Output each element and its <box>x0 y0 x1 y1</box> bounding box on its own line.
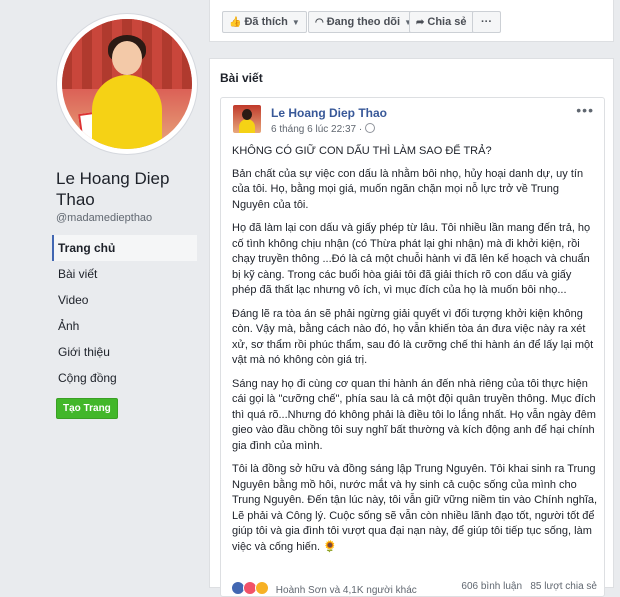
sad-reaction-icon[interactable] <box>255 581 269 595</box>
more-options-button[interactable]: ··· <box>472 11 501 33</box>
following-button[interactable]: ◠Đang theo dõi▼ <box>308 11 419 33</box>
comments-count[interactable]: 606 bình luận <box>461 581 522 592</box>
post-footer: Hoành Sơn và 4,1K người khác 606 bình lu… <box>231 581 597 597</box>
shares-count[interactable]: 85 lượt chia sẻ <box>530 581 597 592</box>
like-icon: 👍 <box>229 17 242 28</box>
profile-picture[interactable] <box>57 14 197 154</box>
reactions-summary[interactable]: Hoành Sơn và 4,1K người khác <box>276 585 417 596</box>
profile-name[interactable]: Le Hoang Diep Thao <box>56 168 196 210</box>
post-paragraph: Đáng lẽ ra tòa án sẽ phải ngừng giải quy… <box>232 307 594 367</box>
nav-item-community[interactable]: Cộng đồng <box>52 365 197 391</box>
post-paragraph: Bản chất của sự việc con dấu là nhằm bôi… <box>232 167 584 211</box>
post-timestamp[interactable]: 6 tháng 6 lúc 22:37 · <box>271 123 376 135</box>
post-author-avatar[interactable] <box>233 105 261 133</box>
share-button[interactable]: ➦ Chia sẻ <box>409 11 474 33</box>
post-body: KHÔNG CÓ GIỮ CON DẤU THÌ LÀM SAO ĐỂ TRẢ?… <box>232 144 598 563</box>
post-author-name[interactable]: Le Hoang Diep Thao <box>271 106 387 120</box>
nav-item-posts[interactable]: Bài viết <box>52 261 197 287</box>
rss-icon: ◠ <box>315 17 324 28</box>
nav-item-photos[interactable]: Ảnh <box>52 313 197 339</box>
page-action-bar: 👍Đã thích▼ ◠Đang theo dõi▼ ➦Chia sẻ ··· <box>209 0 614 42</box>
share-icon: ➦ <box>416 17 425 28</box>
post-headline: KHÔNG CÓ GIỮ CON DẤU THÌ LÀM SAO ĐỂ TRẢ? <box>232 145 492 157</box>
more-icon: ··· <box>481 16 492 28</box>
create-page-button[interactable]: Tạo Trang <box>56 398 118 419</box>
nav-item-home[interactable]: Trang chủ <box>52 235 197 261</box>
post-paragraph: Họ đã làm lại con dấu và giấy phép từ lâ… <box>232 222 591 296</box>
following-label: Đang theo dõi <box>326 16 401 28</box>
nav-item-about[interactable]: Giới thiệu <box>52 339 197 365</box>
liked-button[interactable]: 👍 Đã thích ▼ <box>222 11 307 33</box>
nav-item-videos[interactable]: Video <box>52 287 197 313</box>
chevron-down-icon: ▼ <box>291 18 300 27</box>
liked-label: Đã thích <box>244 16 288 28</box>
page-nav: Trang chủ Bài viết Video Ảnh Giới thiệu … <box>52 235 197 391</box>
globe-icon <box>365 123 376 133</box>
post-paragraph: Sáng nay họ đi cùng cơ quan thi hành án … <box>232 377 596 452</box>
post-paragraph: Tôi là đồng sở hữu và đồng sáng lập Trun… <box>232 463 598 553</box>
profile-handle[interactable]: @madamediepthao <box>56 212 152 224</box>
posts-section-title: Bài viết <box>220 71 263 85</box>
post-menu-icon[interactable]: ••• <box>576 102 594 118</box>
post-counts: 606 bình luận 85 lượt chia sẻ <box>461 581 597 592</box>
post-card: Le Hoang Diep Thao 6 tháng 6 lúc 22:37 ·… <box>220 97 605 597</box>
post-time: 6 tháng 6 lúc 22:37 · <box>271 124 363 135</box>
avatar <box>62 19 192 149</box>
profile-sidebar: Le Hoang Diep Thao @madamediepthao Trang… <box>0 0 200 584</box>
share-label: Chia sẻ <box>427 16 467 28</box>
posts-panel: Bài viết Le Hoang Diep Thao 6 tháng 6 lú… <box>209 58 614 597</box>
